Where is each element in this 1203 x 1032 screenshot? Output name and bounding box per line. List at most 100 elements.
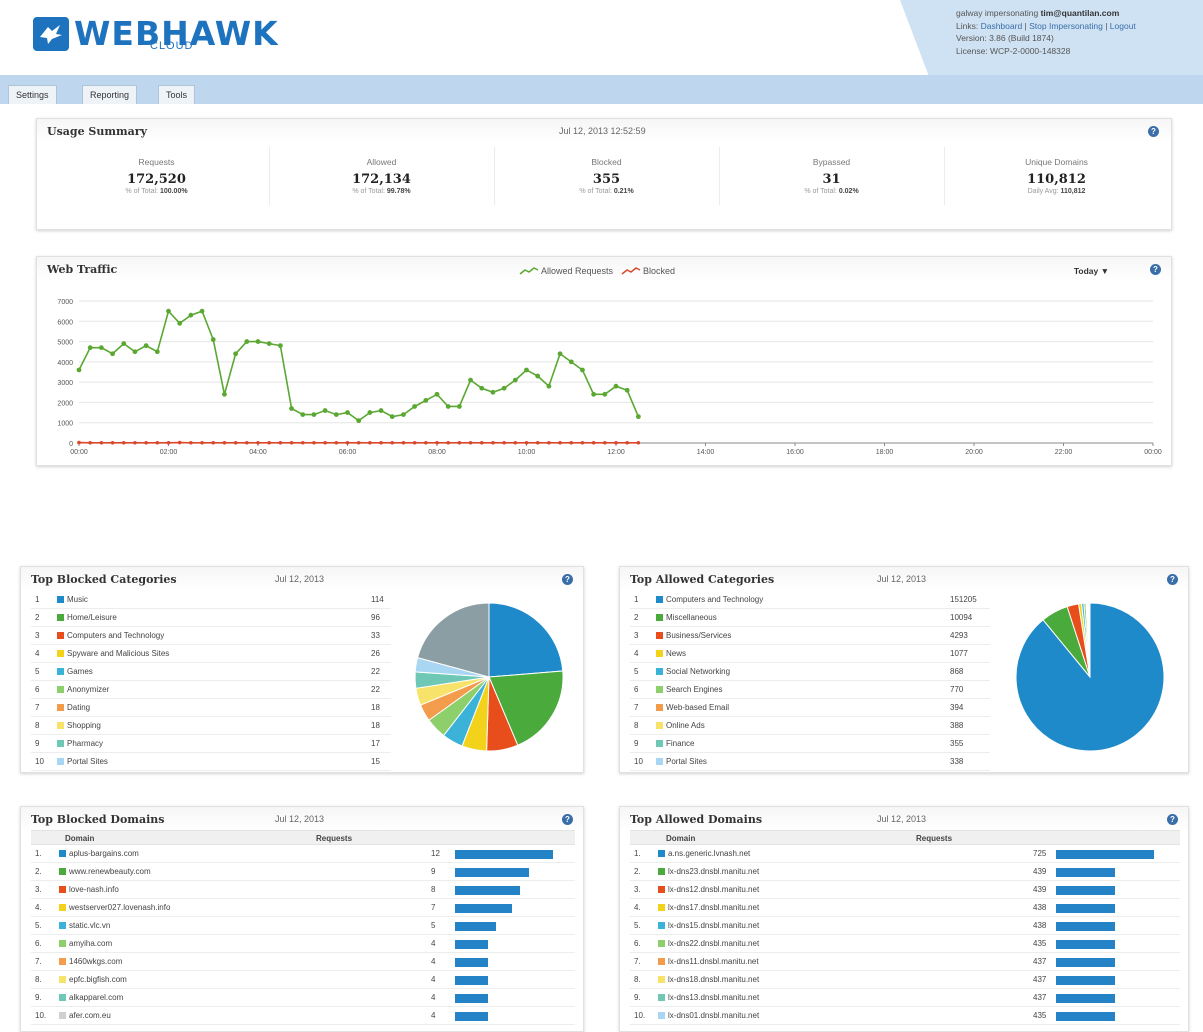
data-point[interactable] [266,341,272,346]
data-point[interactable] [546,383,552,389]
data-point[interactable] [77,440,81,445]
data-point[interactable] [535,373,541,379]
data-point[interactable] [277,343,283,349]
data-point[interactable] [177,440,182,445]
data-point[interactable] [502,440,506,445]
data-point[interactable] [603,440,607,445]
category-row[interactable]: 8 Shopping 18 [31,717,391,735]
data-point[interactable] [602,391,608,397]
table-row[interactable]: 2. lx-dns23.dnsbl.manitu.net 439 [630,863,1180,881]
data-point[interactable] [557,351,563,357]
help-icon[interactable]: ? [562,574,573,585]
data-point[interactable] [569,440,574,445]
category-row[interactable]: 7 Dating 18 [31,699,391,717]
data-point[interactable] [624,387,630,393]
data-point[interactable] [446,440,450,445]
table-row[interactable]: 8. epfc.bigfish.com 4 [31,971,575,989]
category-row[interactable]: 1 Music 114 [31,591,391,609]
table-row[interactable]: 2. www.renewbeauty.com 9 [31,863,575,881]
data-point[interactable] [211,440,216,445]
table-row[interactable]: 9. lx-dns13.dnsbl.manitu.net 437 [630,989,1180,1007]
data-point[interactable] [547,440,551,445]
data-point[interactable] [501,385,507,391]
data-point[interactable] [468,440,473,445]
data-point[interactable] [233,440,238,445]
data-point[interactable] [133,440,137,445]
data-point[interactable] [524,440,529,445]
data-point[interactable] [524,367,529,373]
data-point[interactable] [334,440,339,445]
tab-reporting[interactable]: Reporting [82,85,138,104]
category-row[interactable]: 5 Social Networking 868 [630,663,990,681]
category-row[interactable]: 3 Computers and Technology 33 [31,627,391,645]
data-point[interactable] [412,404,418,409]
data-point[interactable] [76,367,82,373]
data-point[interactable] [513,440,518,445]
data-point[interactable] [155,440,160,445]
legend-allowed[interactable]: Allowed Requests [541,266,613,276]
data-point[interactable] [88,440,92,445]
data-point[interactable] [110,351,115,357]
data-point[interactable] [311,412,317,417]
table-row[interactable]: 9. alkapparel.com 4 [31,989,575,1007]
table-row[interactable]: 6. amyiha.com 4 [31,935,575,953]
data-point[interactable] [401,412,406,417]
table-row[interactable]: 3. lx-dns12.dnsbl.manitu.net 439 [630,881,1180,899]
data-point[interactable] [222,440,227,445]
help-icon[interactable]: ? [562,814,573,825]
data-point[interactable] [423,398,429,403]
category-row[interactable]: 2 Miscellaneous 10094 [630,609,990,627]
data-point[interactable] [412,440,417,445]
category-row[interactable]: 9 Finance 355 [630,735,990,753]
tab-settings[interactable]: Settings [8,85,57,104]
data-point[interactable] [356,440,361,445]
data-point[interactable] [636,440,641,445]
col-domain[interactable]: Domain [65,834,94,843]
data-point[interactable] [99,440,104,445]
table-row[interactable]: 7. 1460wkgs.com 4 [31,953,575,971]
data-point[interactable] [491,440,495,445]
data-point[interactable] [154,349,160,355]
data-point[interactable] [189,440,193,445]
table-row[interactable]: 6. lx-dns22.dnsbl.manitu.net 435 [630,935,1180,953]
data-point[interactable] [479,385,485,391]
data-point[interactable] [490,389,496,395]
table-row[interactable]: 4. lx-dns17.dnsbl.manitu.net 438 [630,899,1180,917]
data-point[interactable] [401,440,406,445]
pie-slice[interactable] [488,602,564,678]
data-point[interactable] [244,339,250,344]
data-point[interactable] [177,320,183,326]
data-point[interactable] [110,440,115,445]
data-point[interactable] [613,383,619,389]
category-row[interactable]: 4 News 1077 [630,645,990,663]
data-point[interactable] [479,440,484,445]
data-point[interactable] [368,440,372,445]
data-point[interactable] [468,377,473,383]
category-row[interactable]: 4 Spyware and Malicious Sites 26 [31,645,391,663]
legend-blocked[interactable]: Blocked [643,266,675,276]
help-icon[interactable]: ? [1167,574,1178,585]
data-point[interactable] [233,351,239,357]
table-row[interactable]: 3. love-nash.info 8 [31,881,575,899]
data-point[interactable] [580,440,585,445]
category-row[interactable]: 3 Business/Services 4293 [630,627,990,645]
category-row[interactable]: 10 Portal Sites 338 [630,753,990,771]
data-point[interactable] [580,367,585,373]
help-icon[interactable]: ? [1167,814,1178,825]
table-row[interactable]: 7. lx-dns11.dnsbl.manitu.net 437 [630,953,1180,971]
data-point[interactable] [379,440,383,445]
data-point[interactable] [300,412,306,417]
data-point[interactable] [256,440,260,445]
data-point[interactable] [367,410,373,415]
data-point[interactable] [289,406,294,411]
data-point[interactable] [389,414,395,420]
data-point[interactable] [199,308,205,314]
data-point[interactable] [200,440,204,445]
data-point[interactable] [333,412,339,417]
data-point[interactable] [591,440,596,445]
table-row[interactable]: 1. a.ns.generic.lvnash.net 725 [630,845,1180,863]
data-point[interactable] [456,404,462,409]
help-icon[interactable]: ? [1148,126,1159,137]
data-point[interactable] [222,391,227,397]
data-point[interactable] [121,440,126,445]
